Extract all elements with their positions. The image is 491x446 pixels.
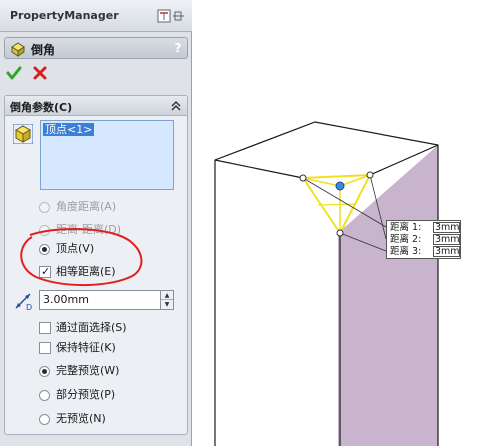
vertex-point[interactable] [335,181,345,191]
ok-button[interactable] [6,65,22,81]
pin-icon[interactable] [157,9,185,23]
checkbox-keep-features[interactable] [39,342,51,354]
group-header[interactable]: 倒角参数(C) [5,96,187,116]
distance-icon: D [13,290,35,312]
option-label: 通过面选择(S) [56,321,127,334]
feature-title-bar: 倒角 ? [4,37,188,59]
option-label: 无预览(N) [56,412,106,425]
spin-down-icon[interactable]: ▼ [161,300,173,309]
distance-input[interactable]: 3.00mm [39,290,161,310]
option-label: 角度距离(A) [56,200,117,213]
checkbox-select-through-faces[interactable] [39,322,51,334]
option-label: 完整预览(W) [56,364,120,377]
callout-value[interactable]: 3mm [433,246,460,257]
distance-callout[interactable]: 距离 1: 3mm 距离 2: 3mm 距离 3: 3mm [386,220,461,259]
radio-no-preview[interactable] [39,414,50,425]
callout-value[interactable]: 3mm [433,234,460,245]
spin-up-icon[interactable]: ▲ [161,291,173,300]
option-label: 部分预览(P) [56,388,116,401]
vertex-selection-icon [12,123,34,145]
radio-angle-distance [39,202,50,213]
svg-text:D: D [26,303,32,312]
handle-point[interactable] [366,171,374,179]
group-title: 倒角参数(C) [10,101,73,114]
cancel-button[interactable] [32,65,48,81]
option-label: 保持特征(K) [56,341,116,354]
radio-full-preview[interactable] [39,366,50,377]
property-manager-title: PropertyManager [10,9,119,22]
distance-stepper[interactable]: ▲ ▼ [160,290,174,310]
red-annotation-ellipse [20,228,143,287]
selection-list[interactable]: 顶点<1> [40,120,174,190]
help-icon[interactable]: ? [170,40,186,56]
radio-partial-preview[interactable] [39,390,50,401]
callout-label: 距离 3: [390,246,422,257]
chamfer-icon [10,41,26,57]
selection-item[interactable]: 顶点<1> [43,123,95,136]
feature-title: 倒角 [31,43,56,57]
callout-label: 距离 1: [390,222,422,233]
property-manager-panel: PropertyManager 倒角 ? 倒角参数(C) 顶点<1> 角度距离(… [0,0,192,446]
property-manager-header: PropertyManager [0,0,192,32]
handle-point[interactable] [336,229,344,237]
handle-point[interactable] [299,174,307,182]
callout-label: 距离 2: [390,234,422,245]
collapse-icon[interactable] [169,99,183,113]
callout-value[interactable]: 3mm [433,222,460,233]
